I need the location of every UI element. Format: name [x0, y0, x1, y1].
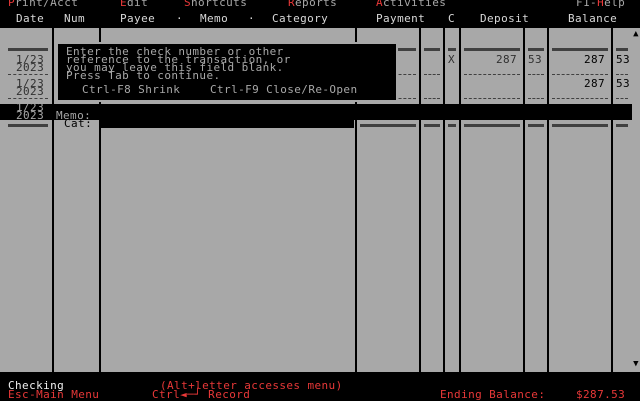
menu-bar: Print/Acct Edit Shortcuts Reports Activi… — [0, 0, 640, 8]
col-num: Num — [64, 12, 86, 25]
row-cleared[interactable]: X — [448, 54, 455, 65]
row-deposit-dollars: 287 — [496, 53, 518, 66]
column-divider — [419, 28, 421, 372]
scroll-down-icon[interactable]: ▼ — [632, 360, 640, 370]
col-payee: Payee — [120, 12, 156, 25]
menu-reports[interactable]: Reports — [288, 0, 337, 8]
menu-activities[interactable]: Activities — [376, 0, 446, 8]
status-bar: Checking (Alt+letter accesses menu) Esc-… — [0, 380, 640, 400]
col-payment: Payment — [376, 12, 426, 25]
row-year[interactable]: 2023 — [16, 110, 44, 121]
ending-balance-value: $287.53 — [576, 388, 626, 401]
column-divider — [52, 28, 54, 372]
column-divider — [611, 28, 613, 372]
memo-input[interactable] — [100, 112, 354, 128]
col-cleared: C — [448, 12, 456, 25]
row-deposit-cents: 53 — [528, 53, 543, 66]
popup-text-line: Press Tab to continue. — [66, 69, 221, 82]
col-separator: · — [248, 12, 256, 25]
row-year: 2023 — [16, 85, 45, 98]
menu-edit[interactable]: Edit — [120, 0, 148, 8]
popup-close-shortcut[interactable]: Ctrl-F9 Close/Re-Open — [210, 84, 357, 95]
column-divider — [547, 28, 549, 372]
column-divider — [523, 28, 525, 372]
register-scrollbar[interactable] — [632, 28, 640, 372]
row-balance-dollars: 287 — [584, 77, 606, 90]
col-date: Date — [16, 12, 45, 25]
row-balance-dollars: 287 — [584, 53, 606, 66]
col-deposit: Deposit — [480, 12, 530, 25]
col-memo: Memo — [200, 12, 229, 25]
record-shortcut[interactable]: Ctrl◄─┘ Record — [152, 389, 250, 400]
scroll-up-icon[interactable]: ▲ — [632, 30, 640, 40]
column-divider — [459, 28, 461, 372]
col-category: Category — [272, 12, 329, 25]
ending-balance-label: Ending Balance: — [440, 388, 546, 401]
register-column-headers: Date Num Payee · Memo · Category Payment… — [0, 12, 640, 28]
menu-print-acct[interactable]: Print/Acct — [8, 0, 78, 8]
col-separator: · — [176, 12, 184, 25]
column-divider — [443, 28, 445, 372]
row-balance-cents: 53 — [616, 53, 631, 66]
menu-help[interactable]: F1-Help — [576, 0, 625, 8]
popup-shrink-shortcut[interactable]: Ctrl-F8 Shrink — [82, 84, 180, 95]
menu-shortcuts[interactable]: Shortcuts — [184, 0, 247, 8]
col-balance: Balance — [568, 12, 618, 25]
row-year: 2023 — [16, 61, 45, 74]
category-label: Cat: — [64, 117, 93, 130]
row-balance-cents: 53 — [616, 77, 631, 90]
esc-main-menu[interactable]: Esc-Main Menu — [8, 389, 99, 400]
help-popup: Enter the check number or other referenc… — [56, 42, 398, 102]
